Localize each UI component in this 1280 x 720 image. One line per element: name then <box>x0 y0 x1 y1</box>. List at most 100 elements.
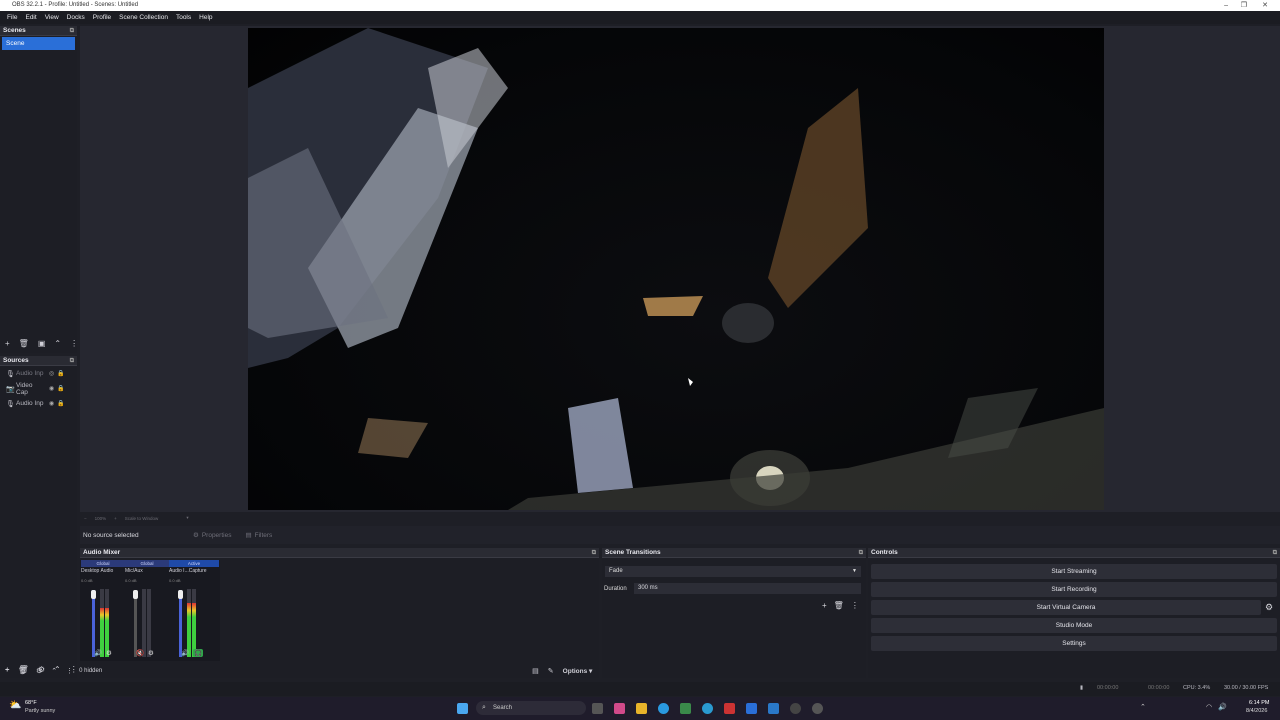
wifi-icon[interactable]: ◠ <box>1206 703 1212 711</box>
layout-icon[interactable]: ▤ <box>532 667 539 675</box>
file-explorer-icon[interactable] <box>636 703 647 714</box>
studio-mode-button[interactable]: Studio Mode <box>871 618 1277 633</box>
filter-icon[interactable]: ▣ <box>38 339 46 348</box>
more-icon[interactable]: ⋮ <box>70 339 78 348</box>
undock-icon[interactable]: ⧉ <box>70 26 74 36</box>
start-recording-button[interactable]: Start Recording <box>871 582 1277 597</box>
add-icon[interactable]: + <box>5 667 9 674</box>
menu-edit[interactable]: Edit <box>21 11 40 24</box>
more-icon[interactable]: ⋮ <box>851 601 859 610</box>
windows-start-icon[interactable] <box>457 703 468 714</box>
menu-profile[interactable]: Profile <box>89 11 115 24</box>
move-up-icon[interactable]: ⌃ <box>51 667 57 675</box>
scale-label[interactable]: Scale to Window <box>125 516 159 521</box>
volume-icon[interactable]: 🔊 <box>1218 703 1227 711</box>
app-icon[interactable] <box>746 703 757 714</box>
preview-canvas[interactable] <box>248 28 1104 510</box>
network-icon: ▮ <box>1080 685 1084 691</box>
move-up-icon[interactable]: ⌃ <box>54 339 61 348</box>
transition-value: Fade <box>609 568 623 574</box>
menu-file[interactable]: File <box>3 11 21 24</box>
options-button[interactable]: Options ▾ <box>563 667 593 675</box>
app-icon[interactable] <box>724 703 735 714</box>
gear-icon[interactable]: ⚙ <box>106 649 112 657</box>
menu-scene-collection[interactable]: Scene Collection <box>115 11 172 24</box>
filters-button[interactable]: ▤ Filters <box>245 531 273 540</box>
menu-docks[interactable]: Docks <box>63 11 89 24</box>
eye-icon[interactable]: ◉ <box>49 385 54 392</box>
undock-icon[interactable]: ⧉ <box>1273 548 1277 558</box>
eye-hidden-icon[interactable]: ◎ <box>49 370 54 377</box>
minimize-button[interactable]: – <box>1224 0 1228 11</box>
channel-name[interactable]: Mic/Aux <box>125 567 169 576</box>
add-icon[interactable]: + <box>5 339 10 348</box>
undock-icon[interactable]: ⧉ <box>859 548 863 558</box>
edge-browser-icon[interactable] <box>658 703 669 714</box>
lock-icon[interactable]: 🔒 <box>57 400 64 407</box>
zoom-out-icon[interactable]: − <box>84 516 87 521</box>
maximize-button[interactable]: ❐ <box>1241 0 1247 11</box>
app-icon[interactable] <box>614 703 625 714</box>
menu-view[interactable]: View <box>41 11 63 24</box>
gear-icon[interactable]: ⚙ <box>148 649 154 657</box>
edit-icon[interactable]: ✎ <box>548 667 554 675</box>
clock-time[interactable]: 6:14 PM <box>1249 700 1269 706</box>
menu-help[interactable]: Help <box>195 11 216 24</box>
trash-icon[interactable]: 🗑 <box>834 601 844 610</box>
menu-tools[interactable]: Tools <box>172 11 195 24</box>
transition-select[interactable]: Fade ▼ <box>605 566 861 577</box>
fader-knob[interactable] <box>178 590 183 599</box>
start-streaming-button[interactable]: Start Streaming <box>871 564 1277 579</box>
zoom-in-icon[interactable]: + <box>114 516 117 521</box>
source-item[interactable]: 📷 Video Cap ◉ 🔒 <box>0 381 77 396</box>
gear-icon[interactable]: ⚙ <box>1265 602 1273 613</box>
channel-name[interactable]: Desktop Audio <box>81 567 125 576</box>
close-button[interactable]: ✕ <box>1262 0 1268 11</box>
weather-icon[interactable]: ⛅ <box>9 700 21 711</box>
channel-name[interactable]: Audio I...Capture <box>169 567 219 576</box>
scene-transitions-dock: Scene Transitions ⧉ Fade ▼ Duration 300 … <box>602 548 866 678</box>
duration-input[interactable]: 300 ms <box>634 583 861 594</box>
trash-icon[interactable]: 🗑 <box>18 667 27 675</box>
zoom-level: 100% <box>94 515 107 521</box>
undock-icon[interactable]: ⧉ <box>70 356 74 366</box>
trash-icon[interactable]: 🗑 <box>19 339 29 348</box>
clock-date[interactable]: 8/4/2026 <box>1246 708 1267 714</box>
level-meter <box>142 589 146 657</box>
undock-icon[interactable]: ⧉ <box>592 548 596 558</box>
source-item[interactable]: 🎙 Audio Inp ◉ 🔒 <box>0 396 77 411</box>
app-icon[interactable] <box>680 703 691 714</box>
speaker-icon[interactable]: 🔊 <box>181 649 189 657</box>
volume-fader[interactable] <box>134 590 137 657</box>
channel-tag: Active <box>169 560 219 567</box>
eye-icon[interactable]: ◉ <box>49 400 54 407</box>
scene-item[interactable]: Scene <box>2 37 75 50</box>
lock-icon[interactable]: 🔒 <box>57 370 64 377</box>
task-view-icon[interactable] <box>592 703 603 714</box>
tray-chevron-up-icon[interactable]: ⌃ <box>1140 703 1146 711</box>
volume-fader[interactable] <box>179 590 182 657</box>
dropdown-icon[interactable]: ▾ <box>186 515 188 521</box>
taskbar-search[interactable]: ⌕ Search <box>476 701 586 715</box>
add-icon[interactable]: + <box>822 601 827 610</box>
more-icon[interactable]: ⋮ <box>66 667 73 675</box>
properties-button[interactable]: ⚙ Properties <box>193 531 231 540</box>
filters-label: Filters <box>254 531 273 539</box>
gear-icon[interactable]: ⚙ <box>36 667 42 675</box>
muted-speaker-icon[interactable]: 🔇 <box>136 649 144 657</box>
speaker-icon[interactable]: 🔊 <box>94 649 102 657</box>
lock-icon[interactable]: 🔒 <box>57 385 64 392</box>
headphones-icon[interactable]: 🎧 <box>193 649 204 657</box>
windows-taskbar: ⛅ 68°F Partly sunny ⌃ ◠ 🔊 6:14 PM 8/4/20… <box>0 697 1280 720</box>
settings-button[interactable]: Settings <box>871 636 1277 651</box>
volume-fader[interactable] <box>92 590 95 657</box>
media-player-icon[interactable] <box>812 703 823 714</box>
channel-db: 0.0 dB <box>169 578 181 583</box>
app-icon[interactable] <box>768 703 779 714</box>
fader-knob[interactable] <box>91 590 96 599</box>
help-icon[interactable] <box>702 703 713 714</box>
start-virtual-camera-button[interactable]: Start Virtual Camera <box>871 600 1261 615</box>
obs-icon[interactable] <box>790 703 801 714</box>
source-item[interactable]: 🎙 Audio Inp ◎ 🔒 <box>0 366 77 381</box>
fader-knob[interactable] <box>133 590 138 599</box>
